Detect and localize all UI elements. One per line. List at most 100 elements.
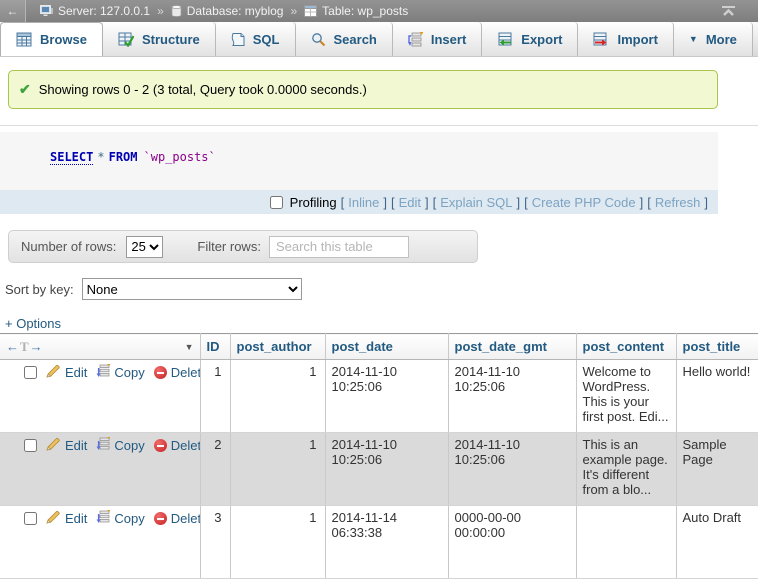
- select-all-header[interactable]: ←T→ ▼: [0, 334, 200, 360]
- row-checkbox[interactable]: [24, 366, 37, 379]
- tab-import[interactable]: Import: [578, 22, 673, 56]
- database-icon: [171, 5, 182, 17]
- bracket: [: [524, 195, 528, 210]
- delete-row-link[interactable]: Delete: [154, 365, 200, 380]
- sql-star: *: [97, 150, 104, 164]
- breadcrumb-database[interactable]: Database: myblog: [187, 4, 284, 18]
- pencil-icon: [46, 510, 61, 527]
- edit-query-link[interactable]: Edit: [399, 195, 421, 210]
- copy-icon: [96, 437, 110, 454]
- cell-post-title: Hello world!: [676, 360, 758, 433]
- copy-label: Copy: [114, 365, 144, 380]
- rows-control-panel: Number of rows: 25 Filter rows:: [8, 230, 478, 263]
- tab-more[interactable]: ▼ More: [674, 22, 753, 56]
- explain-sql-link[interactable]: Explain SQL: [440, 195, 512, 210]
- tab-label: SQL: [253, 32, 280, 47]
- table-icon: [304, 5, 317, 17]
- tab-insert[interactable]: Insert: [393, 22, 482, 56]
- column-t-icon: T: [20, 339, 29, 354]
- bracket: [: [433, 195, 437, 210]
- edit-label: Edit: [65, 511, 87, 526]
- number-of-rows-select[interactable]: 25: [126, 236, 163, 258]
- sort-by-key-select[interactable]: None: [82, 278, 302, 300]
- bracket: ]: [704, 195, 708, 210]
- edit-row-link[interactable]: Edit: [46, 437, 87, 454]
- copy-icon: [96, 364, 110, 381]
- header-dropdown-icon[interactable]: ▼: [185, 342, 194, 352]
- section-divider: [0, 125, 758, 126]
- browse-icon: [16, 32, 32, 47]
- column-header-id[interactable]: ID: [200, 334, 230, 360]
- tab-structure[interactable]: Structure: [103, 22, 216, 56]
- cell-post-date-gmt: 2014-11-10 10:25:06: [448, 360, 576, 433]
- inline-link[interactable]: Inline: [348, 195, 379, 210]
- arrow-right-icon: →: [30, 339, 43, 354]
- bracket: [: [391, 195, 395, 210]
- breadcrumb-bar: ← Server: 127.0.0.1 » Database: myblog »…: [0, 0, 758, 22]
- results-table: ←T→ ▼ ID post_author post_date post_date…: [0, 333, 758, 579]
- delete-row-link[interactable]: Delete: [154, 511, 200, 526]
- delete-icon: [154, 512, 167, 525]
- copy-row-link[interactable]: Copy: [96, 510, 144, 527]
- column-header-post-date[interactable]: post_date: [325, 334, 448, 360]
- arrow-left-icon: ←: [6, 339, 19, 354]
- row-checkbox[interactable]: [24, 512, 37, 525]
- cell-post-author: 1: [230, 360, 325, 433]
- cell-post-author: 1: [230, 433, 325, 506]
- table-row: Edit Copy Delete 2 1 2014-11-10 10:25:06…: [0, 433, 758, 506]
- sort-by-key-label: Sort by key:: [5, 282, 74, 297]
- pencil-icon: [46, 364, 61, 381]
- bracket: ]: [517, 195, 521, 210]
- refresh-link[interactable]: Refresh: [655, 195, 701, 210]
- column-header-post-title[interactable]: post_title: [676, 334, 758, 360]
- sql-keyword-from: FROM: [109, 150, 138, 164]
- server-icon: [40, 5, 53, 17]
- breadcrumb-separator: »: [157, 4, 164, 18]
- tab-label: Structure: [142, 32, 200, 47]
- breadcrumb-separator: »: [290, 4, 297, 18]
- sql-icon: [231, 32, 245, 47]
- structure-icon: [118, 32, 134, 47]
- cell-post-title: Auto Draft: [676, 506, 758, 579]
- copy-row-link[interactable]: Copy: [96, 364, 144, 381]
- tab-label: Export: [521, 32, 562, 47]
- create-php-code-link[interactable]: Create PHP Code: [532, 195, 636, 210]
- insert-icon: [408, 32, 423, 47]
- breadcrumb: Server: 127.0.0.1 » Database: myblog » T…: [40, 4, 408, 18]
- sql-keyword-select[interactable]: SELECT: [50, 150, 93, 165]
- sort-row: Sort by key: None: [5, 276, 758, 302]
- tab-sql[interactable]: SQL: [216, 22, 296, 56]
- tab-bar: Browse Structure SQL Search Insert Expor…: [0, 22, 758, 57]
- copy-row-link[interactable]: Copy: [96, 437, 144, 454]
- column-header-post-date-gmt[interactable]: post_date_gmt: [448, 334, 576, 360]
- tab-browse[interactable]: Browse: [0, 22, 103, 56]
- cell-id: 3: [200, 506, 230, 579]
- cell-post-date: 2014-11-14 06:33:38: [325, 506, 448, 579]
- search-icon: [311, 32, 326, 47]
- delete-row-link[interactable]: Delete: [154, 438, 200, 453]
- edit-row-link[interactable]: Edit: [46, 510, 87, 527]
- profiling-checkbox[interactable]: [270, 196, 283, 209]
- breadcrumb-table[interactable]: Table: wp_posts: [322, 4, 408, 18]
- sql-table-identifier: `wp_posts`: [144, 150, 216, 164]
- tab-search[interactable]: Search: [296, 22, 393, 56]
- row-checkbox[interactable]: [24, 439, 37, 452]
- back-button[interactable]: ←: [0, 0, 26, 22]
- delete-label: Delete: [171, 511, 200, 526]
- cell-post-title: Sample Page: [676, 433, 758, 506]
- cell-post-content: This is an example page. It's different …: [576, 433, 676, 506]
- tab-export[interactable]: Export: [482, 22, 578, 56]
- profiling-label: Profiling: [290, 195, 337, 210]
- pencil-icon: [46, 437, 61, 454]
- edit-row-link[interactable]: Edit: [46, 364, 87, 381]
- tab-label: Import: [617, 32, 657, 47]
- breadcrumb-server[interactable]: Server: 127.0.0.1: [58, 4, 150, 18]
- options-toggle-link[interactable]: + Options: [5, 316, 61, 331]
- column-header-post-content[interactable]: post_content: [576, 334, 676, 360]
- column-header-post-author[interactable]: post_author: [230, 334, 325, 360]
- filter-rows-input[interactable]: [269, 236, 409, 258]
- delete-label: Delete: [171, 438, 200, 453]
- collapse-navigation-icon[interactable]: [721, 5, 736, 17]
- tab-label: Insert: [431, 32, 466, 47]
- delete-icon: [154, 366, 167, 379]
